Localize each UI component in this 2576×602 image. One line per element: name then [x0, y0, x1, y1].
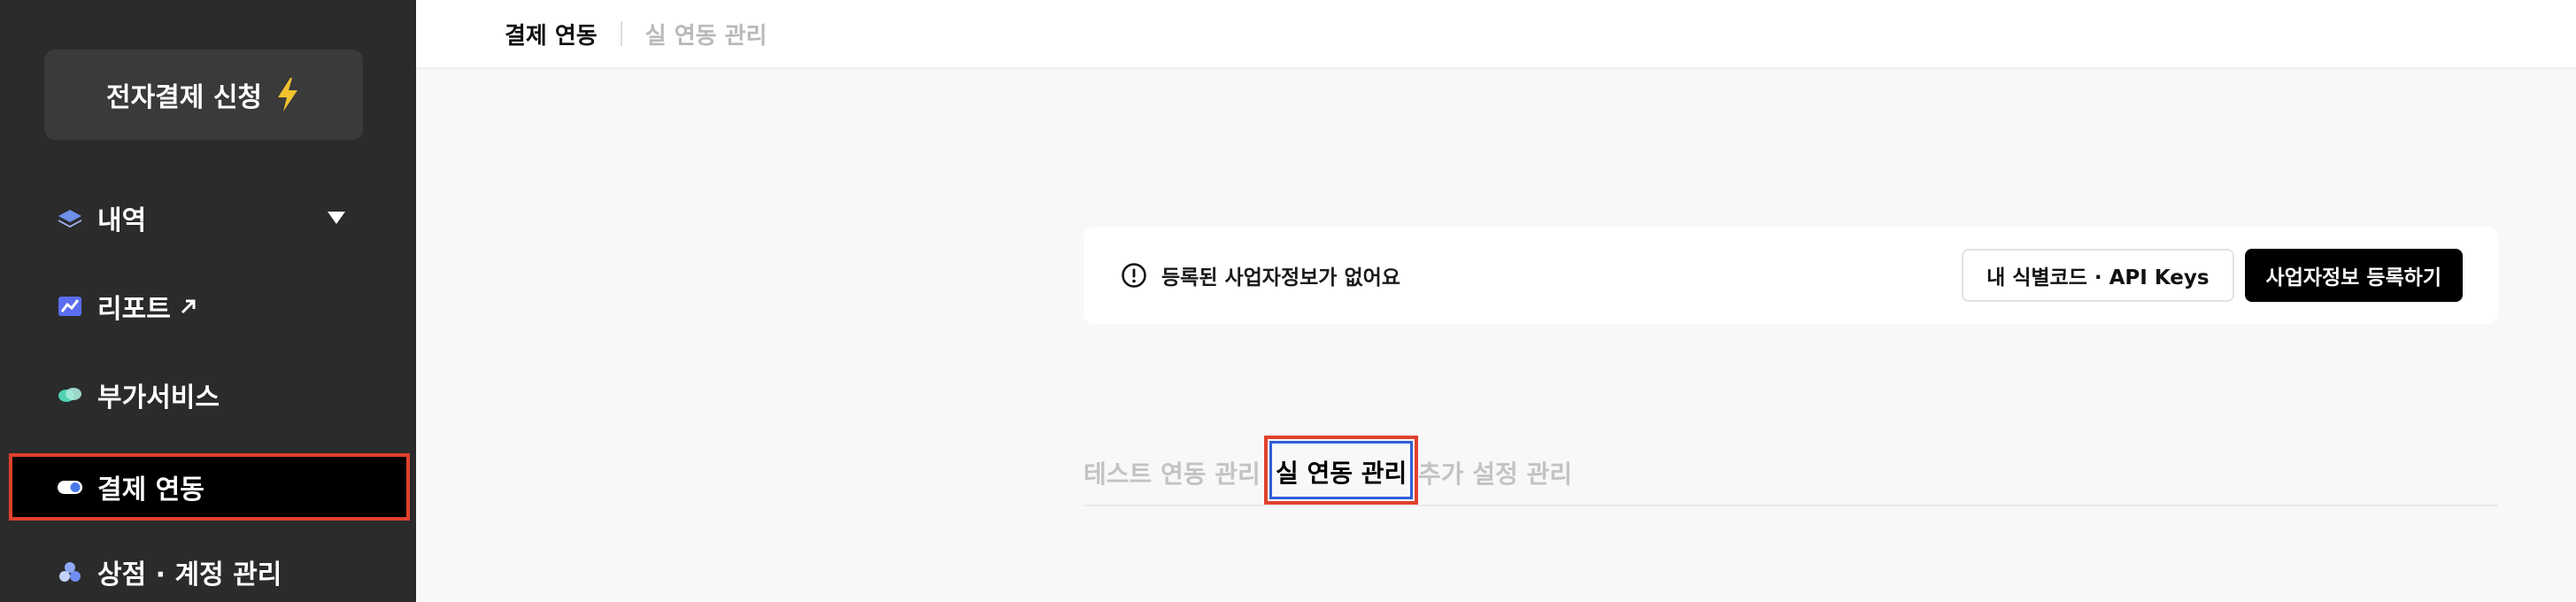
- breadcrumb-divider: [620, 21, 622, 46]
- sidebar-item-label: 결제 연동: [97, 475, 204, 506]
- sidebar-item-payment-integration[interactable]: 결제 연동: [9, 453, 410, 521]
- apply-payment-button[interactable]: 전자결제 신청: [44, 50, 363, 140]
- api-keys-button[interactable]: 내 식별코드 · API Keys: [1962, 249, 2234, 302]
- layers-icon: [57, 205, 83, 231]
- tab-live-integration[interactable]: 실 연동 관리: [1263, 436, 1419, 505]
- chart-icon: [57, 293, 83, 320]
- tab-test-integration[interactable]: 테스트 연동 관리: [1084, 455, 1261, 490]
- external-link-icon: [180, 297, 197, 315]
- business-info-notice: 등록된 사업자정보가 없어요 내 식별코드 · API Keys 사업자정보 등…: [1084, 227, 2498, 324]
- sidebar-item-store-account[interactable]: 상점 · 계정 관리: [0, 538, 416, 602]
- integration-tabs: 테스트 연동 관리 실 연동 관리 추가 설정 관리: [1084, 436, 2498, 506]
- sidebar-item-label: 리포트: [97, 294, 171, 325]
- breadcrumb: 결제 연동 실 연동 관리: [416, 0, 2576, 69]
- exclamation-circle-icon: [1121, 262, 1147, 289]
- sidebar-item-history[interactable]: 내역: [0, 184, 416, 251]
- breadcrumb-primary[interactable]: 결제 연동: [505, 18, 598, 50]
- tab-additional-settings[interactable]: 추가 설정 관리: [1418, 455, 1572, 490]
- sidebar-item-services[interactable]: 부가서비스: [0, 361, 416, 428]
- toggle-icon: [57, 474, 83, 500]
- apply-payment-label: 전자결제 신청: [105, 82, 263, 113]
- sidebar-item-report[interactable]: 리포트: [0, 273, 416, 340]
- caret-down-icon[interactable]: [328, 212, 345, 224]
- sidebar-item-label: 상점 · 계정 관리: [97, 560, 282, 590]
- sidebar-item-label: 내역: [97, 205, 147, 236]
- register-business-button[interactable]: 사업자정보 등록하기: [2244, 249, 2463, 302]
- services-icon: [57, 382, 83, 408]
- breadcrumb-secondary[interactable]: 실 연동 관리: [645, 18, 767, 50]
- lightning-icon: [274, 78, 301, 112]
- store-icon: [57, 559, 83, 585]
- sidebar: 전자결제 신청 내역 리포트 부가서비스 결제 연동 상점 · 계정 관리: [0, 0, 416, 602]
- sidebar-item-label: 부가서비스: [97, 382, 220, 413]
- notice-text: 등록된 사업자정보가 없어요: [1161, 266, 1400, 289]
